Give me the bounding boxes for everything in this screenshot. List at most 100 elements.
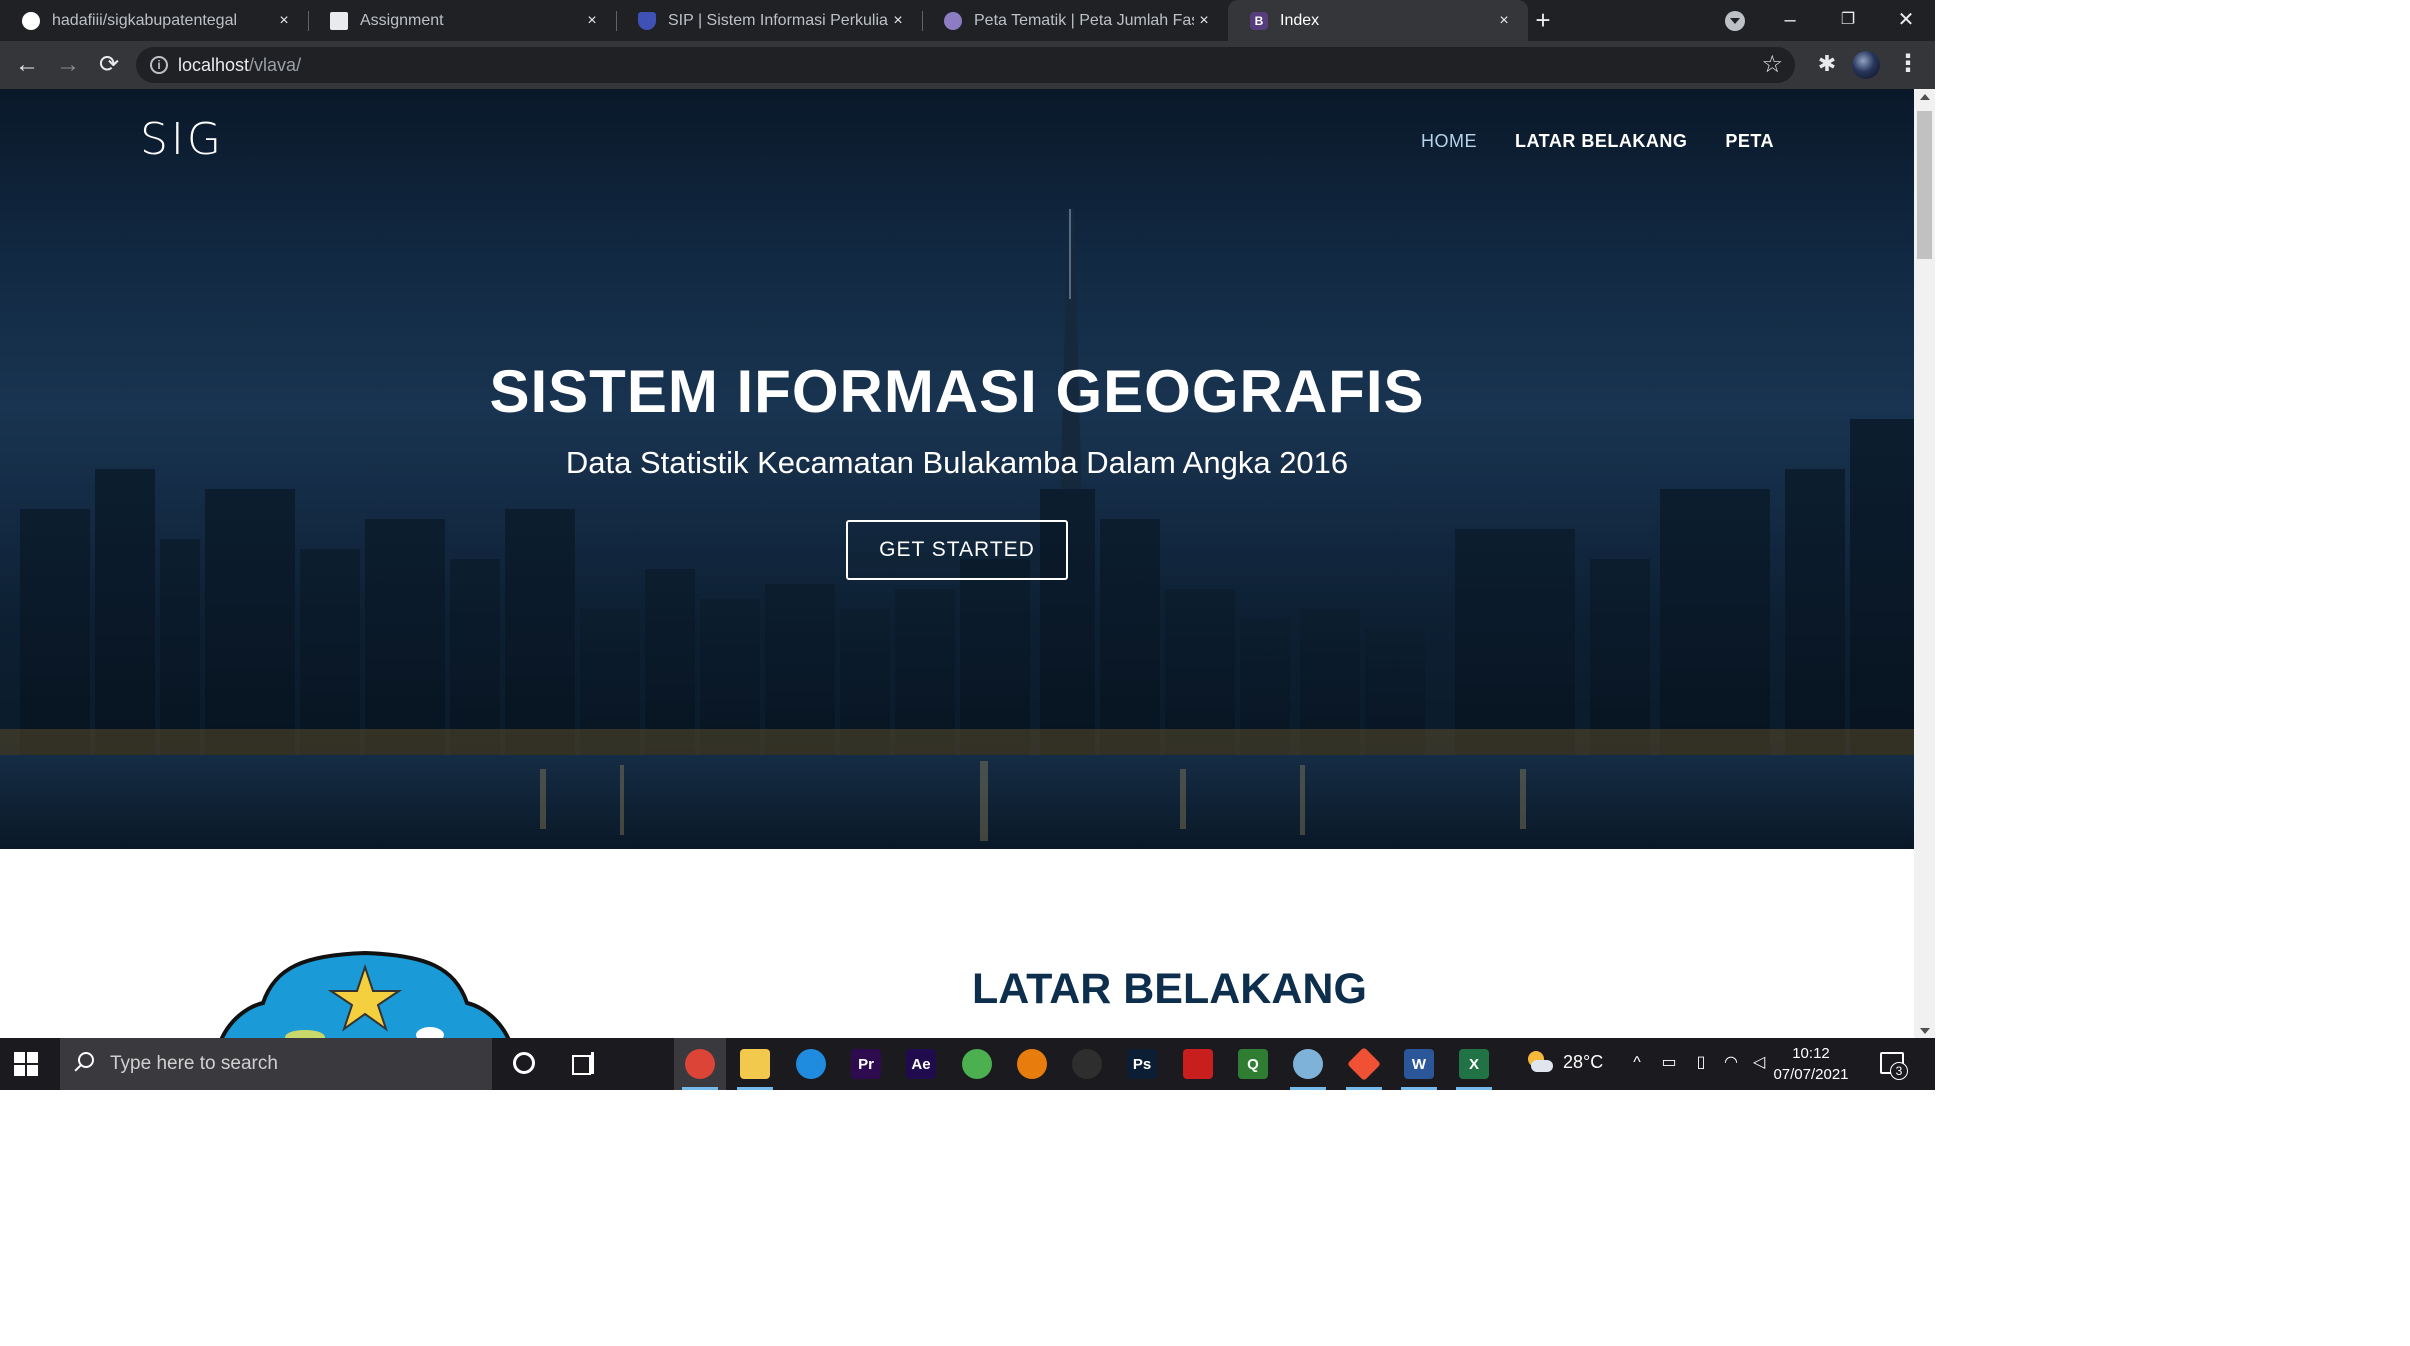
section-title: LATAR BELAKANG [972,965,1367,1013]
reload-button[interactable]: ⟳ [95,51,123,79]
latar-belakang-section: LATAR BELAKANG [0,849,1914,1038]
tab-title: Assignment [360,11,444,29]
nav-link-home[interactable]: HOME [1421,131,1477,152]
start-button[interactable] [14,1052,38,1076]
clock[interactable]: 10:12 07/07/2021 [1773,1043,1849,1085]
after-effects-icon: Ae [906,1049,936,1079]
main-nav: HOME LATAR BELAKANG PETA [1421,131,1774,152]
premiere-icon: Pr [851,1049,881,1079]
search-placeholder: Type here to search [110,1053,278,1074]
menu-icon[interactable]: ⋮ [1896,51,1920,79]
tab-assignment[interactable]: Assignment × [308,0,617,41]
screen: hadafiii/sigkabupatentegal × Assignment … [0,0,1935,1090]
close-icon[interactable]: × [1494,11,1514,31]
globe-app-icon [962,1049,992,1079]
nav-link-peta[interactable]: PETA [1725,131,1774,152]
taskbar-search[interactable]: Type here to search [60,1038,492,1090]
tab-index[interactable]: B Index × [1228,0,1528,41]
hero-subtitle: Data Statistik Kecamatan Bulakamba Dalam… [565,445,1349,480]
page-scrollbar[interactable] [1914,89,1935,1038]
close-icon[interactable]: × [888,11,908,31]
taskbar-app-excel[interactable]: X [1448,1038,1500,1090]
tab-title: Index [1280,11,1320,29]
minimize-button[interactable]: – [1776,6,1804,34]
get-started-button[interactable]: GET STARTED [846,520,1068,580]
bootstrap-icon: B [1250,11,1268,30]
show-hidden-icons-chevron-icon[interactable]: ^ [1626,1052,1648,1074]
restore-button[interactable]: ❐ [1834,6,1862,34]
windows-logo-icon [14,1065,25,1076]
partly-cloudy-icon [1525,1050,1553,1074]
excel-icon: X [1459,1049,1489,1079]
taskbar-app-gis-app[interactable] [1282,1038,1334,1090]
taskbar-app-blender[interactable] [1006,1038,1058,1090]
extensions-icon[interactable]: ✱ [1815,52,1839,76]
taskbar-app-inkscape[interactable] [1061,1038,1113,1090]
taskbar-app-globe-app[interactable] [951,1038,1003,1090]
nav-link-latar-belakang[interactable]: LATAR BELAKANG [1515,131,1687,152]
close-icon[interactable]: × [274,11,294,31]
task-view-icon[interactable] [572,1052,596,1075]
tab-github[interactable]: hadafiii/sigkabupatentegal × [0,0,309,41]
address-bar[interactable]: i localhost/vlava/ ☆ [136,47,1795,83]
tab-sip[interactable]: SIP | Sistem Informasi Perkuliahan × [616,0,923,41]
edge-icon [796,1049,826,1079]
tab-title: Peta Tematik | Peta Jumlah Fasilitas [974,11,1194,29]
hero-section: SIG HOME LATAR BELAKANG PETA SISTEM IFOR… [0,89,1914,849]
globe-icon [944,11,962,30]
tab-peta-tematik[interactable]: Peta Tematik | Peta Jumlah Fasilitas × [922,0,1228,41]
gis-app-icon [1293,1049,1323,1079]
regency-emblem-logo [219,950,511,1038]
star-icon[interactable]: ☆ [1761,51,1783,79]
profile-avatar[interactable] [1852,51,1880,79]
scroll-up-arrow-icon[interactable] [1920,94,1930,100]
shield-icon [638,11,656,30]
search-icon [78,1052,94,1068]
git-icon [1347,1047,1381,1081]
qgis-icon: Q [1238,1049,1268,1079]
windows-logo-icon [27,1052,38,1063]
scroll-down-arrow-icon[interactable] [1920,1028,1930,1034]
tab-title: SIP | Sistem Informasi Perkuliahan [668,11,888,29]
chrome-icon [685,1049,715,1079]
close-icon[interactable]: × [1194,11,1214,31]
tab-strip: hadafiii/sigkabupatentegal × Assignment … [0,0,1935,41]
taskbar-app-edge[interactable] [785,1038,837,1090]
taskbar-app-chrome[interactable] [674,1038,726,1090]
scroll-thumb[interactable] [1917,111,1932,259]
forward-button[interactable]: → [54,51,82,79]
url-path: /vlava/ [249,55,302,75]
device-icon[interactable]: ▯ [1690,1052,1712,1074]
taskbar-app-flash[interactable] [1172,1038,1224,1090]
volume-icon[interactable]: ◁ [1748,1052,1770,1074]
tab-title: hadafiii/sigkabupatentegal [52,11,238,29]
windows-logo-icon [27,1065,38,1076]
photoshop-icon: Ps [1127,1049,1157,1079]
battery-icon[interactable]: ▭ [1658,1052,1680,1074]
windows-logo-icon [14,1052,25,1063]
browser-toolbar: ← → ⟳ i localhost/vlava/ ☆ ✱ ⋮ [0,41,1935,89]
brand-logo[interactable]: SIG [140,114,224,165]
taskbar-app-photoshop[interactable]: Ps [1116,1038,1168,1090]
back-button[interactable]: ← [13,51,41,79]
weather-widget[interactable]: 28°C [1525,1050,1603,1074]
taskbar-app-file-explorer[interactable] [729,1038,781,1090]
taskbar-app-git[interactable] [1338,1038,1390,1090]
new-tab-button[interactable]: + [1530,7,1556,34]
url-text[interactable]: localhost/vlava/ [178,55,301,76]
word-icon: W [1404,1049,1434,1079]
github-icon [22,11,40,30]
close-icon[interactable]: × [582,11,602,31]
wifi-icon[interactable]: ◠ [1720,1052,1742,1074]
info-icon[interactable]: i [150,56,168,74]
taskbar-app-qgis[interactable]: Q [1227,1038,1279,1090]
taskbar-app-premiere[interactable]: Pr [840,1038,892,1090]
tab-search-button[interactable] [1725,11,1745,31]
cortana-icon[interactable] [513,1052,535,1074]
taskbar-app-word[interactable]: W [1393,1038,1445,1090]
blender-icon [1017,1049,1047,1079]
url-host: localhost [178,55,250,75]
close-window-button[interactable]: ✕ [1892,6,1920,34]
taskbar-app-after-effects[interactable]: Ae [895,1038,947,1090]
hero-title: SISTEM IFORMASI GEOGRAFIS [489,358,1425,425]
